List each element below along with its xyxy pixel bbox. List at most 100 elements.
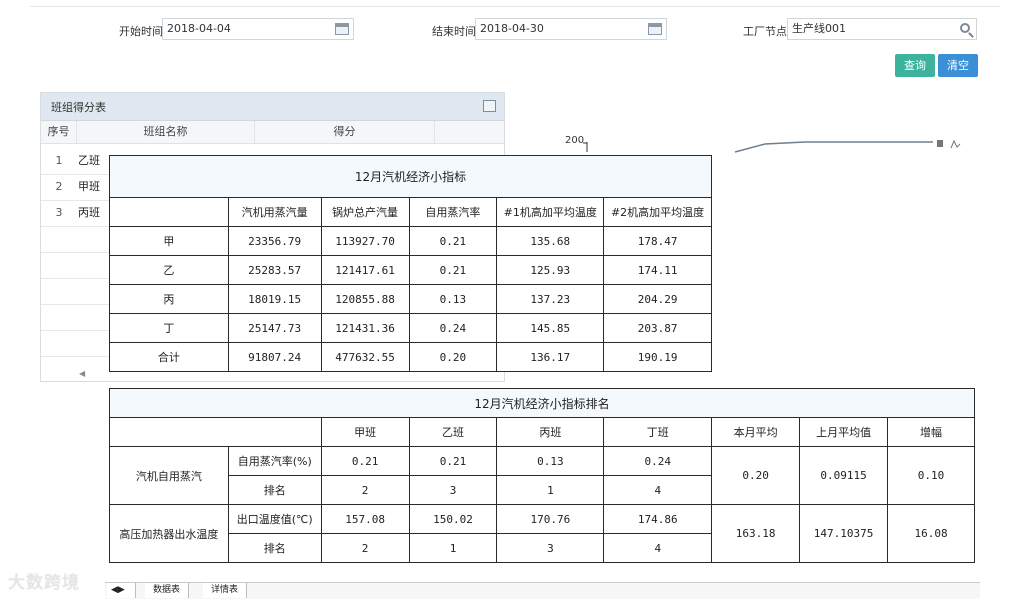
calendar-icon[interactable] (648, 23, 662, 35)
rank-cell: 1 (408, 533, 498, 563)
data-cell: 0.21 (408, 446, 498, 476)
data-cell: 113927.70 (320, 226, 410, 256)
table-row: 乙 25283.57 121417.61 0.21 125.93 174.11 (109, 255, 712, 285)
watermark-logo: 大数跨境 (8, 573, 80, 593)
table-row[interactable]: 3 丙班 (41, 200, 111, 227)
start-time-label: 开始时间 (119, 25, 163, 38)
header-cell: #1机高加平均温度 (496, 197, 605, 227)
empty-row (41, 252, 111, 279)
tab-nav-arrows[interactable]: ◀▶ (107, 583, 136, 598)
row-team-name: 丙班 (78, 206, 100, 219)
trend-chart (583, 139, 961, 153)
scroll-left-arrow[interactable]: ◀ (79, 369, 85, 378)
column-header-team[interactable]: 班组名称 (77, 121, 255, 143)
header-cell: 甲班 (320, 417, 410, 447)
data-cell: 178.47 (603, 226, 712, 256)
table-row[interactable]: 2 甲班 (41, 174, 111, 201)
rank-cell: 2 (320, 475, 410, 505)
table-row[interactable]: 1 乙班 (41, 148, 111, 175)
empty-row (41, 278, 111, 305)
header-cell: #2机高加平均温度 (603, 197, 712, 227)
trend-line (734, 141, 933, 153)
chart-toolbar-icon (937, 140, 943, 147)
monthly-average-cell: 163.18 (711, 504, 801, 563)
data-cell: 0.24 (603, 446, 713, 476)
table-row: 丁 25147.73 121431.36 0.24 145.85 203.87 (109, 313, 712, 343)
table-title: 12月汽机经济小指标排名 (109, 388, 975, 418)
data-cell: 0.13 (408, 284, 498, 314)
factory-node-input[interactable]: 生产线001 (787, 18, 977, 40)
rank-cell: 1 (496, 475, 605, 505)
increase-cell: 16.08 (887, 504, 975, 563)
rank-cell: 4 (603, 475, 713, 505)
header-cell: 本月平均 (711, 417, 801, 447)
group-label: 汽机自用蒸汽 (109, 446, 229, 505)
data-cell: 0.21 (408, 226, 498, 256)
data-cell: 0.21 (408, 255, 498, 285)
header-cell: 乙班 (408, 417, 498, 447)
empty-row (41, 330, 111, 357)
data-cell: 25283.57 (227, 255, 322, 285)
sub-label: 自用蒸汽率(%) (227, 446, 322, 476)
data-cell: 174.86 (603, 504, 713, 534)
end-date-input[interactable]: 2018-04-30 (475, 18, 667, 40)
rank-cell: 4 (603, 533, 713, 563)
tab-data-sheet[interactable]: 数据表 (145, 583, 190, 598)
column-header-score[interactable]: 得分 (255, 121, 435, 143)
row-label: 丁 (109, 313, 229, 343)
search-icon[interactable] (960, 23, 970, 33)
header-cell: 汽机用蒸汽量 (227, 197, 322, 227)
data-cell: 174.11 (603, 255, 712, 285)
header-cell-blank (109, 417, 322, 447)
factory-node-label: 工厂节点 (743, 25, 787, 38)
data-cell: 145.85 (496, 313, 605, 343)
table-row: 甲 23356.79 113927.70 0.21 135.68 178.47 (109, 226, 712, 256)
row-label: 合计 (109, 342, 229, 372)
last-month-average-cell: 0.09115 (799, 446, 889, 505)
rank-cell: 2 (320, 533, 410, 563)
panel-title: 班组得分表 (51, 101, 106, 114)
data-cell: 477632.55 (320, 342, 410, 372)
header-cell: 上月平均值 (799, 417, 889, 447)
chart-line-icon (950, 139, 961, 149)
column-header-index[interactable]: 序号 (41, 121, 77, 143)
row-label: 乙 (109, 255, 229, 285)
total-row: 合计 91807.24 477632.55 0.20 136.17 190.19 (109, 342, 712, 372)
clear-button[interactable]: 清空 (938, 54, 978, 77)
group-label: 高压加热器出水温度 (109, 504, 229, 563)
data-cell: 0.20 (408, 342, 498, 372)
data-cell: 150.02 (408, 504, 498, 534)
data-cell: 121417.61 (320, 255, 410, 285)
row-index: 2 (55, 180, 63, 193)
header-cell (109, 197, 229, 227)
data-cell: 204.29 (603, 284, 712, 314)
data-cell: 25147.73 (227, 313, 322, 343)
empty-row (41, 304, 111, 331)
data-cell: 120855.88 (320, 284, 410, 314)
data-cell: 0.24 (408, 313, 498, 343)
sub-label: 排名 (227, 533, 322, 563)
monthly-average-cell: 0.20 (711, 446, 801, 505)
calendar-icon[interactable] (335, 23, 349, 35)
increase-cell: 0.10 (887, 446, 975, 505)
indicator-ranking-table: 12月汽机经济小指标排名 甲班 乙班 丙班 丁班 本月平均 上月平均值 增幅 汽… (109, 388, 975, 563)
data-cell: 121431.36 (320, 313, 410, 343)
sub-label: 出口温度值(℃) (227, 504, 322, 534)
header-cell: 丁班 (603, 417, 713, 447)
start-date-input[interactable]: 2018-04-04 (162, 18, 354, 40)
row-index: 3 (55, 206, 63, 219)
grid-header: 序号 班组名称 得分 (41, 121, 504, 144)
query-button[interactable]: 查询 (895, 54, 935, 77)
table-title: 12月汽机经济小指标 (109, 155, 712, 198)
row-team-name: 甲班 (78, 180, 100, 193)
data-cell: 135.68 (496, 226, 605, 256)
tab-detail-sheet[interactable]: 详情表 (203, 583, 248, 598)
header-cell: 锅炉总产汽量 (320, 197, 410, 227)
header-cell: 增幅 (887, 417, 975, 447)
data-cell: 0.13 (496, 446, 605, 476)
data-cell: 190.19 (603, 342, 712, 372)
panel-header: 班组得分表 (41, 93, 504, 121)
sheet-tab-bar: ◀▶ 数据表 详情表 (105, 582, 980, 599)
rank-cell: 3 (496, 533, 605, 563)
export-icon[interactable] (483, 100, 496, 112)
